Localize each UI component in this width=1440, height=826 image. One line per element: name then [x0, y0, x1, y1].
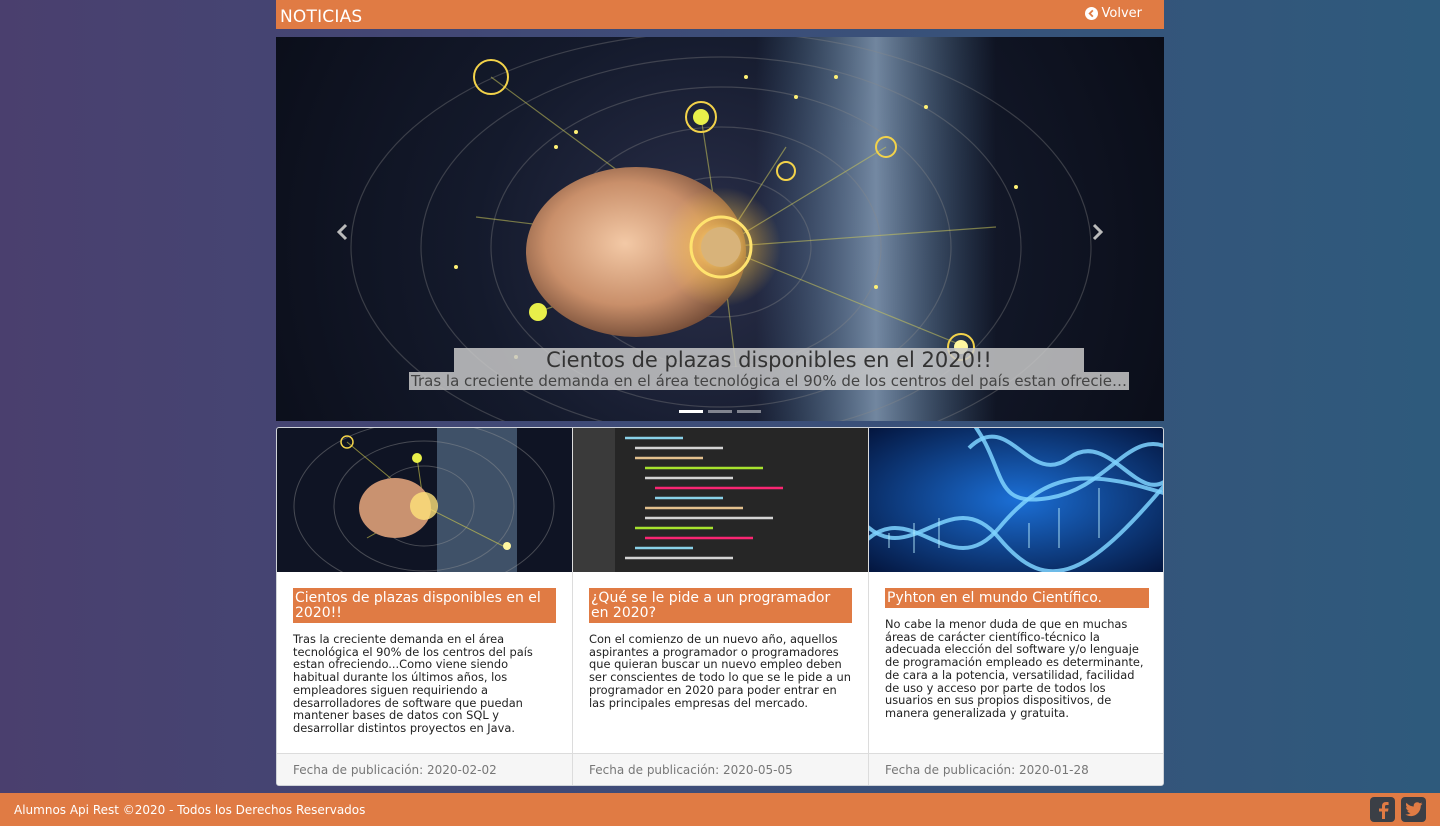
carousel-caption-title: Cientos de plazas disponibles en el 2020… — [454, 348, 1084, 372]
news-card-text: Con el comienzo de un nuevo año, aquello… — [589, 632, 851, 710]
news-card-deck: Cientos de plazas disponibles en el 2020… — [276, 427, 1164, 786]
news-card-title: ¿Qué se le pide a un programador en 2020… — [589, 588, 852, 623]
news-card: Pyhton en el mundo Científico. No cabe l… — [869, 428, 1163, 785]
news-card-image — [869, 428, 1163, 572]
carousel-next-button[interactable] — [1082, 217, 1112, 247]
news-card-text: Tras la creciente demanda en el área tec… — [293, 632, 533, 735]
news-card-text: No cabe la menor duda de que en muchas á… — [885, 617, 1144, 720]
social-links — [1370, 797, 1426, 822]
chevron-right-icon — [1092, 223, 1104, 241]
carousel-indicators — [679, 410, 761, 413]
page-footer: Alumnos Api Rest ©2020 - Todos los Derec… — [0, 793, 1440, 826]
back-button-label: Volver — [1101, 6, 1143, 21]
carousel-indicator-1[interactable] — [679, 410, 703, 413]
news-carousel[interactable]: Cientos de plazas disponibles en el 2020… — [276, 37, 1164, 421]
carousel-indicator-3[interactable] — [737, 410, 761, 413]
news-card-image — [277, 428, 572, 572]
carousel-caption: Cientos de plazas disponibles en el 2020… — [409, 348, 1129, 394]
news-card-title: Cientos de plazas disponibles en el 2020… — [293, 588, 556, 623]
carousel-indicator-2[interactable] — [708, 410, 732, 413]
carousel-prev-button[interactable] — [328, 217, 358, 247]
news-card-title: Pyhton en el mundo Científico. — [885, 588, 1149, 608]
arrow-left-circle-icon — [1084, 7, 1098, 20]
news-card-image — [573, 428, 868, 572]
chevron-left-icon — [336, 223, 348, 241]
news-card: Cientos de plazas disponibles en el 2020… — [277, 428, 573, 785]
back-button[interactable]: Volver — [1084, 6, 1143, 21]
main-container: NOTICIAS Volver Cientos de plazas dispon… — [276, 0, 1164, 786]
header-bar: NOTICIAS Volver — [276, 0, 1164, 29]
facebook-icon[interactable] — [1370, 797, 1395, 822]
carousel-caption-text: Tras la creciente demanda en el área tec… — [409, 372, 1129, 390]
copyright-text: Alumnos Api Rest ©2020 - Todos los Derec… — [14, 803, 366, 817]
news-card-date: Fecha de publicación: 2020-05-05 — [573, 753, 868, 785]
twitter-icon[interactable] — [1401, 797, 1426, 822]
news-card-date: Fecha de publicación: 2020-02-02 — [277, 753, 572, 785]
news-card-date: Fecha de publicación: 2020-01-28 — [869, 753, 1163, 785]
page-title: NOTICIAS — [280, 7, 363, 27]
news-card: ¿Qué se le pide a un programador en 2020… — [573, 428, 869, 785]
